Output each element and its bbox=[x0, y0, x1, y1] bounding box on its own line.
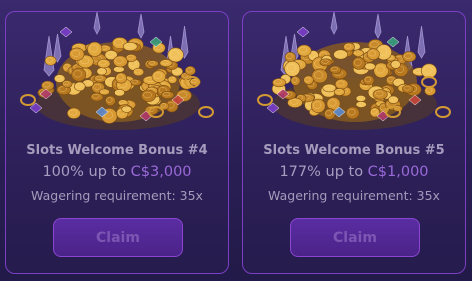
bonus-card: Slots Welcome Bonus #5 177% up to C$1,00… bbox=[242, 11, 466, 274]
wagering-requirement: Wagering requirement: 35x bbox=[268, 188, 440, 203]
treasure-coins-image bbox=[257, 12, 451, 130]
offer-amount: C$1,000 bbox=[367, 164, 429, 180]
bonus-offer: 177% up to C$1,000 bbox=[243, 164, 465, 180]
bonus-card: Slots Welcome Bonus #4 100% up to C$3,00… bbox=[5, 11, 229, 274]
bonus-cards: Slots Welcome Bonus #4 100% up to C$3,00… bbox=[0, 0, 472, 281]
offer-amount: C$3,000 bbox=[130, 164, 192, 180]
bonus-offer: 100% up to C$3,000 bbox=[6, 164, 228, 180]
wagering-requirement: Wagering requirement: 35x bbox=[31, 188, 203, 203]
offer-percent: 100% up to bbox=[42, 164, 131, 180]
bonus-title: Slots Welcome Bonus #4 bbox=[26, 143, 208, 158]
claim-button[interactable]: Claim bbox=[290, 218, 420, 257]
claim-button[interactable]: Claim bbox=[53, 218, 183, 257]
treasure-coins-image bbox=[20, 12, 214, 130]
bonus-title: Slots Welcome Bonus #5 bbox=[263, 143, 445, 158]
offer-percent: 177% up to bbox=[279, 164, 368, 180]
